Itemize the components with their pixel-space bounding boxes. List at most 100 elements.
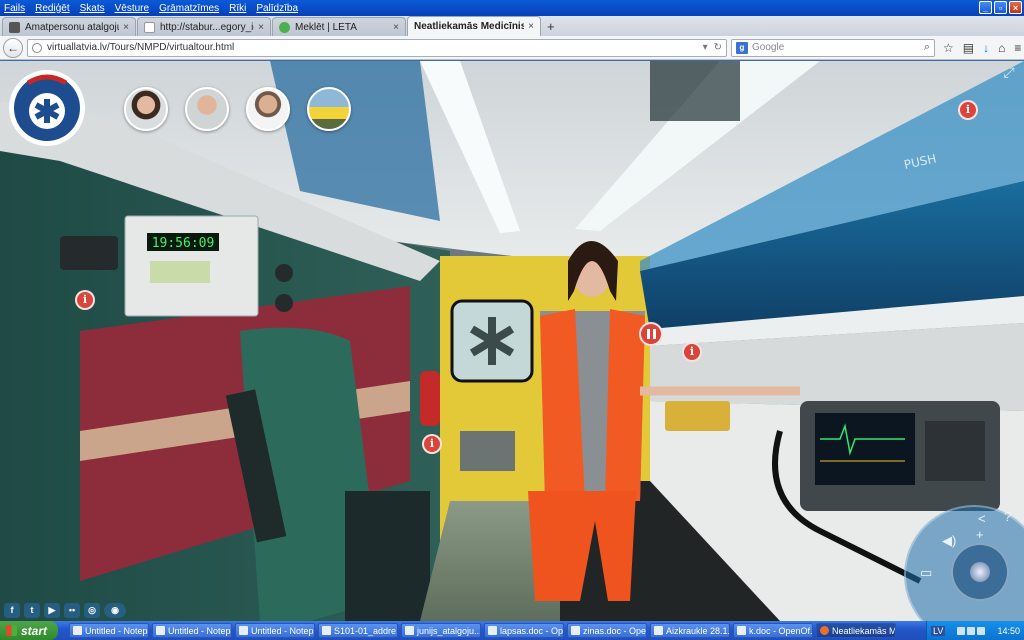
windows-logo-icon (6, 625, 17, 636)
menu-history[interactable]: Vēsture (115, 3, 149, 14)
download-icon[interactable]: ↓ (983, 41, 989, 55)
menu-file[interactable]: Fails (4, 3, 25, 14)
url-text[interactable]: virtuallatvia.lv/Tours/NMPD/virtualtour.… (47, 42, 697, 53)
taskbar-item[interactable]: lapsas.doc - Op... (484, 623, 564, 638)
zoom-in-icon[interactable]: + (976, 527, 984, 542)
dropdown-arrow-icon[interactable]: ▾ (703, 42, 708, 53)
home-icon[interactable]: ⌂ (998, 41, 1005, 55)
taskbar-item-active[interactable]: Neatliekamās M... (816, 623, 896, 638)
sound-icon[interactable]: ◀) (942, 533, 956, 549)
maximize-button[interactable]: ▫ (994, 1, 1007, 14)
help-icon[interactable]: ? (1004, 509, 1011, 524)
taskbar-item[interactable]: Untitled - Notepad (152, 623, 232, 638)
search-icon[interactable]: ⌕ (924, 41, 930, 54)
navigation-bar: ← virtuallatvia.lv/Tours/NMPD/virtualtou… (0, 36, 1024, 60)
nmpd-logo[interactable] (8, 69, 86, 147)
paramedic-trousers (528, 491, 636, 601)
ambulance-interior-panorama[interactable]: 19:56:09 PUSH (0, 61, 1024, 621)
site-identity-icon[interactable] (32, 42, 42, 53)
pan-joystick[interactable] (951, 543, 1009, 601)
info-hotspot-extinguisher[interactable]: i (422, 434, 442, 454)
tab-amatpersonu[interactable]: Amatpersonu atalgojums × (2, 17, 136, 36)
system-tray: LV 14:50 (926, 621, 1024, 640)
reload-icon[interactable]: ↻ (714, 42, 722, 53)
page-favicon-icon (144, 21, 155, 33)
social-bar: f t ▶ •• ◎ ◉ (4, 603, 126, 618)
menu-bar: Fails Rediģēt Skats Vēsture Grāmatzīmes … (0, 0, 298, 16)
taskbar-item-label: zinas.doc - Ope... (583, 625, 647, 636)
tab-close-icon[interactable]: × (528, 21, 534, 32)
taskbar-item[interactable]: junijs_atalgoju... (401, 623, 481, 638)
minimize-button[interactable]: _ (979, 1, 992, 14)
globe-favicon-icon (279, 21, 290, 33)
page-favicon-icon (9, 21, 20, 33)
tab-close-icon[interactable]: × (123, 22, 129, 33)
close-window-button[interactable]: × (1009, 1, 1022, 14)
youtube-icon[interactable]: ▶ (44, 603, 60, 618)
taskbar-item[interactable]: Aizkraukle 28.1... (650, 623, 730, 638)
share-icon[interactable]: < (978, 511, 986, 526)
tab-close-icon[interactable]: × (258, 22, 264, 33)
tab-label: http://stabur...egory_id%5D=1 (160, 21, 254, 33)
taskbar-item-label: Aizkraukle 28.1... (666, 625, 730, 636)
document-icon (405, 626, 414, 635)
avatar-paramedic-female[interactable] (124, 87, 168, 131)
tab-leta[interactable]: Meklēt | LETA × (272, 17, 406, 36)
facebook-icon[interactable]: f (4, 603, 20, 618)
avatar-ambulance[interactable] (307, 87, 351, 131)
firefox-icon (820, 626, 829, 635)
menu-edit[interactable]: Rediģēt (35, 3, 69, 14)
volume-icon[interactable] (967, 626, 976, 635)
taskbar-item[interactable]: k.doc - OpenOf... (733, 623, 813, 638)
taskbar-item-label: k.doc - OpenOf... (749, 625, 813, 636)
fullscreen-icon[interactable]: ⤢ (998, 63, 1020, 81)
google-engine-icon[interactable]: g (736, 41, 748, 54)
taskbar-item[interactable]: S101-01_addre... (318, 623, 398, 638)
start-button[interactable]: start (0, 621, 58, 640)
info-hotspot-intercom[interactable]: i (75, 290, 95, 310)
taskbar-item-label: S101-01_addre... (334, 625, 398, 636)
fire-extinguisher (420, 371, 440, 426)
yellow-device (665, 401, 730, 431)
security-icon[interactable] (977, 626, 986, 635)
tab-label: Neatliekamās Medicīniskās Palīdzīb... (414, 21, 525, 32)
info-hotspot-cabinet[interactable]: i (958, 100, 978, 120)
small-screen-icon[interactable]: ▭ (920, 565, 932, 581)
menu-tools[interactable]: Rīki (229, 3, 246, 14)
menu-view[interactable]: Skats (80, 3, 105, 14)
tab-close-icon[interactable]: × (393, 22, 399, 33)
notepad-icon (239, 626, 248, 635)
menu-help[interactable]: Palīdzība (256, 3, 298, 14)
flickr-icon[interactable]: •• (64, 603, 80, 618)
instagram-icon[interactable]: ◎ (84, 603, 100, 618)
taskbar-item[interactable]: Untitled - Notepad (235, 623, 315, 638)
bookmark-star-icon[interactable]: ☆ (943, 41, 954, 55)
taskbar-item-label: Untitled - Notepad (251, 625, 314, 636)
new-tab-button[interactable]: + (547, 19, 555, 34)
joystick-knob[interactable] (970, 562, 990, 582)
tab-nmpd[interactable]: Neatliekamās Medicīniskās Palīdzīb... × (407, 16, 541, 36)
search-input[interactable]: Google (752, 42, 924, 53)
taskbar-item[interactable]: Untitled - Notepad (69, 623, 149, 638)
windows-taskbar: start Untitled - Notepad Untitled - Note… (0, 621, 1024, 640)
tab-stabur[interactable]: http://stabur...egory_id%5D=1 × (137, 17, 271, 36)
avatar-doctor[interactable] (246, 87, 290, 131)
view-mode-eye-icon[interactable]: ◉ (104, 603, 126, 618)
start-label: start (21, 623, 48, 638)
search-bar[interactable]: g Google ⌕ (731, 38, 935, 57)
panel-lcd (150, 261, 210, 283)
pause-video-button[interactable] (639, 322, 663, 346)
menu-bookmarks[interactable]: Grāmatzīmes (159, 3, 219, 14)
panorama-viewer[interactable]: 19:56:09 PUSH i i i i ⤢ f t ▶ •• ◎ ◉ < ?… (0, 61, 1024, 621)
avatar-paramedic-male[interactable] (185, 87, 229, 131)
language-indicator[interactable]: LV (931, 625, 946, 636)
network-icon[interactable] (957, 626, 966, 635)
twitter-icon[interactable]: t (24, 603, 40, 618)
reading-list-icon[interactable]: ▤ (963, 41, 974, 55)
address-bar[interactable]: virtuallatvia.lv/Tours/NMPD/virtualtour.… (27, 38, 727, 57)
back-button[interactable]: ← (3, 37, 23, 58)
hamburger-menu-icon[interactable]: ≡ (1014, 41, 1021, 55)
clock[interactable]: 14:50 (997, 626, 1020, 636)
info-hotspot-equipment[interactable]: i (682, 342, 702, 362)
taskbar-item[interactable]: zinas.doc - Ope... (567, 623, 647, 638)
